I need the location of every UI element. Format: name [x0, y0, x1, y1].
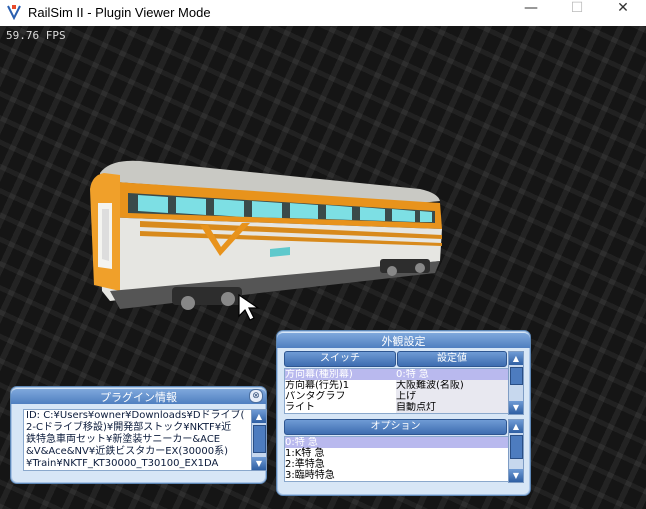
- switch-value: 上げ: [396, 391, 508, 402]
- option-column-header[interactable]: オプション: [284, 419, 507, 435]
- scroll-thumb[interactable]: [253, 425, 266, 453]
- scroll-up-icon[interactable]: ▲: [509, 420, 523, 433]
- switch-name: ライト: [285, 402, 315, 413]
- 3d-viewport[interactable]: 59.76 FPS プラグイン情報 ⊗ ID: C:¥Users¥owner¥D…: [0, 26, 646, 509]
- plugin-info-close-button[interactable]: ⊗: [249, 389, 263, 403]
- maximize-button[interactable]: ☐: [554, 0, 600, 26]
- switch-name: 方向幕(種別幕): [285, 369, 353, 380]
- plugin-info-line: &V&Ace&NV¥近鉄ビスタカーEX(30000系): [26, 446, 229, 457]
- railsim-icon: [6, 4, 22, 21]
- appearance-settings-title-text: 外観設定: [381, 335, 426, 348]
- plugin-info-scrollbar[interactable]: ▲ ▼: [251, 409, 267, 471]
- option-row[interactable]: 3:臨時特急: [285, 470, 508, 481]
- scroll-up-icon[interactable]: ▲: [252, 410, 266, 423]
- switch-column-header[interactable]: スイッチ: [284, 351, 396, 367]
- option-row[interactable]: 2:準特急: [285, 459, 508, 470]
- title-bar: RailSim II - Plugin Viewer Mode — ☐ ✕: [0, 0, 646, 27]
- plugin-info-panel: プラグイン情報 ⊗ ID: C:¥Users¥owner¥Downloads¥D…: [10, 386, 267, 484]
- minimize-button[interactable]: —: [508, 0, 554, 26]
- appearance-settings-panel: 外観設定 スイッチ 設定値 方向幕(種別幕) 0:特 急 方向幕(行先)1 大阪…: [276, 330, 531, 496]
- switch-row[interactable]: パンタグラフ 上げ: [285, 391, 508, 402]
- scroll-down-icon[interactable]: ▼: [252, 457, 266, 470]
- switch-name: 方向幕(行先)1: [285, 380, 350, 391]
- window-title: RailSim II - Plugin Viewer Mode: [28, 5, 211, 20]
- appearance-settings-title: 外観設定: [277, 333, 530, 348]
- fps-counter: 59.76 FPS: [6, 29, 66, 42]
- scroll-thumb[interactable]: [510, 435, 523, 459]
- option-row[interactable]: 0:特 急: [285, 437, 508, 448]
- plugin-info-title-text: プラグイン情報: [100, 391, 177, 404]
- switch-row[interactable]: 方向幕(種別幕) 0:特 急: [285, 369, 508, 380]
- switch-value: 自動点灯: [396, 402, 508, 413]
- switch-list: 方向幕(種別幕) 0:特 急 方向幕(行先)1 大阪難波(名阪) パンタグラフ …: [284, 368, 509, 414]
- scroll-down-icon[interactable]: ▼: [509, 469, 523, 482]
- plugin-info-text: ID: C:¥Users¥owner¥Downloads¥Dドライブ( 2-Cド…: [23, 409, 253, 471]
- plugin-info-line: ¥Train¥NKTF_KT30000_T30100_EX1DA: [26, 458, 219, 469]
- train-car-model: [90, 160, 442, 310]
- arrow-cursor: [238, 294, 260, 321]
- switch-row[interactable]: ライト 自動点灯: [285, 402, 508, 413]
- plugin-info-line: 鉄特急車両セット¥新塗装サニーカー&ACE: [26, 434, 221, 445]
- option-row[interactable]: 1:K特 急: [285, 448, 508, 459]
- plugin-info-line: 2-Cドライブ移設)¥開発部ストック¥NKTF¥近: [26, 422, 232, 433]
- option-list-scrollbar[interactable]: ▲ ▼: [508, 419, 524, 483]
- switch-name: パンタグラフ: [285, 391, 346, 402]
- plugin-info-title: プラグイン情報: [11, 389, 266, 404]
- option-list: 0:特 急 1:K特 急 2:準特急 3:臨時特急: [284, 436, 509, 482]
- scroll-down-icon[interactable]: ▼: [509, 401, 523, 414]
- switch-value: 0:特 急: [396, 369, 429, 380]
- plugin-info-line: ID: C:¥Users¥owner¥Downloads¥Dドライブ(: [26, 410, 245, 421]
- scroll-up-icon[interactable]: ▲: [509, 352, 523, 365]
- switch-value: 大阪難波(名阪): [396, 380, 508, 391]
- close-button[interactable]: ✕: [600, 0, 646, 26]
- scroll-thumb[interactable]: [510, 367, 523, 385]
- value-column-header[interactable]: 設定値: [397, 351, 507, 367]
- switch-row[interactable]: 方向幕(行先)1 大阪難波(名阪): [285, 380, 508, 391]
- switch-list-scrollbar[interactable]: ▲ ▼: [508, 351, 524, 415]
